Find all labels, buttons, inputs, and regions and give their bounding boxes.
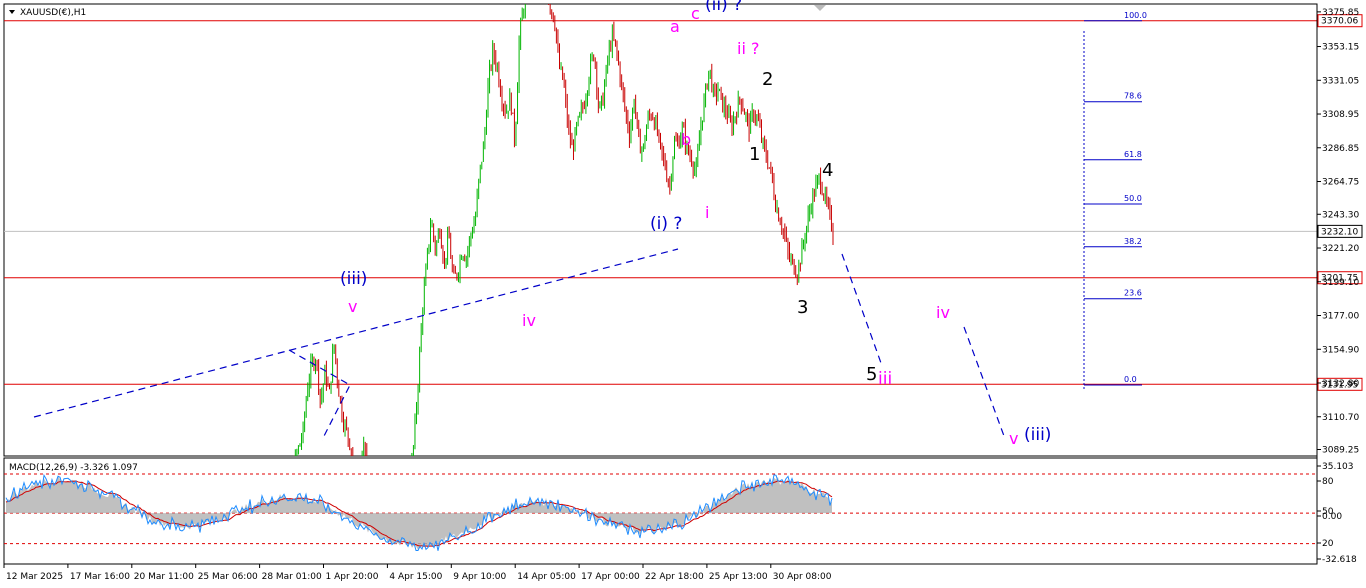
wave-label: (ii) ? xyxy=(705,0,742,15)
wave-label: 2 xyxy=(762,69,773,90)
wave-label: c xyxy=(691,4,700,23)
wave-label: i xyxy=(705,203,709,222)
y-tick-label: 3132.80 xyxy=(1322,379,1359,389)
macd-label: MACD(12,26,9) -3.326 1.097 xyxy=(9,463,138,473)
x-tick-label: 30 Apr 08:00 xyxy=(773,572,832,582)
macd-tick-label: 35.103 xyxy=(1322,462,1354,472)
wave-label: (i) ? xyxy=(650,214,682,234)
y-tick-label: 3308.95 xyxy=(1322,110,1359,120)
y-tick-label: 3264.75 xyxy=(1322,178,1359,188)
wave-label: 5 xyxy=(866,364,877,385)
wave-label: v xyxy=(1009,429,1018,448)
x-tick-label: 20 Mar 11:00 xyxy=(134,572,194,582)
x-tick-label: 4 Apr 15:00 xyxy=(389,572,442,582)
wave-label: iv xyxy=(936,303,950,322)
wave-label: iv xyxy=(522,311,536,330)
fib-level-label: 0.0 xyxy=(1124,375,1137,384)
y-tick-label: 3221.20 xyxy=(1322,244,1359,254)
wave-label: ii ? xyxy=(737,39,759,58)
macd-tick-label: -32.618 xyxy=(1322,555,1357,565)
wave-label: 1 xyxy=(749,144,760,165)
wave-label: 4 xyxy=(822,160,833,181)
wave-label: (iii) xyxy=(1024,425,1051,445)
fib-level-label: 23.6 xyxy=(1124,289,1142,298)
y-tick-label: 3286.85 xyxy=(1322,144,1359,154)
level-price-label: 3370.06 xyxy=(1321,17,1358,27)
current-price-label: 3232.10 xyxy=(1321,227,1358,237)
x-tick-label: 28 Mar 01:00 xyxy=(262,572,322,582)
y-tick-label: 3331.05 xyxy=(1322,76,1359,86)
wave-label: a xyxy=(670,17,680,36)
macd-tick-label: 20 xyxy=(1322,539,1334,549)
wave-label: iii xyxy=(878,369,892,389)
y-tick-label: 3110.70 xyxy=(1322,413,1359,423)
fib-level-label: 50.0 xyxy=(1124,194,1142,203)
fib-level-label: 100.0 xyxy=(1124,11,1147,20)
x-tick-label: 17 Mar 16:00 xyxy=(70,572,130,582)
macd-tick-label: 80 xyxy=(1322,477,1334,487)
price-chart[interactable]: 3370.063201.753131.953232.10 100.078.661… xyxy=(0,0,1366,588)
y-tick-label: 3199.10 xyxy=(1322,278,1359,288)
x-tick-label: 12 Mar 2025 xyxy=(6,572,63,582)
y-tick-label: 3375.85 xyxy=(1322,8,1359,18)
x-tick-label: 14 Apr 05:00 xyxy=(517,572,576,582)
y-tick-label: 3177.00 xyxy=(1322,312,1359,322)
x-tick-label: 17 Apr 00:00 xyxy=(581,572,640,582)
macd-tick-label: 0.00 xyxy=(1322,512,1342,522)
wave-label: v xyxy=(348,297,357,316)
y-tick-label: 3154.90 xyxy=(1322,345,1359,355)
x-tick-label: 25 Mar 06:00 xyxy=(198,572,258,582)
wave-label: b xyxy=(681,130,691,149)
fib-level-label: 78.6 xyxy=(1124,92,1142,101)
x-tick-label: 9 Apr 10:00 xyxy=(453,572,506,582)
x-tick-label: 1 Apr 20:00 xyxy=(326,572,379,582)
wave-label: 3 xyxy=(797,297,808,318)
x-tick-label: 22 Apr 18:00 xyxy=(645,572,704,582)
fib-level-label: 38.2 xyxy=(1124,237,1142,246)
time-axis: 12 Mar 2025 17 Mar 16:00 20 Mar 11:00 25 Ma… xyxy=(3,563,1317,582)
y-tick-label: 3353.15 xyxy=(1322,43,1359,53)
symbol-label: XAUUSD(€),H1 xyxy=(20,8,86,18)
x-tick-label: 25 Apr 13:00 xyxy=(709,572,768,582)
fib-level-label: 61.8 xyxy=(1124,150,1142,159)
macd-axis: 35.10380500.0020-32.618 xyxy=(1317,462,1357,565)
y-tick-label: 3243.30 xyxy=(1322,210,1359,220)
wave-label: (iii) xyxy=(340,269,367,289)
y-tick-label: 3089.25 xyxy=(1322,446,1359,456)
